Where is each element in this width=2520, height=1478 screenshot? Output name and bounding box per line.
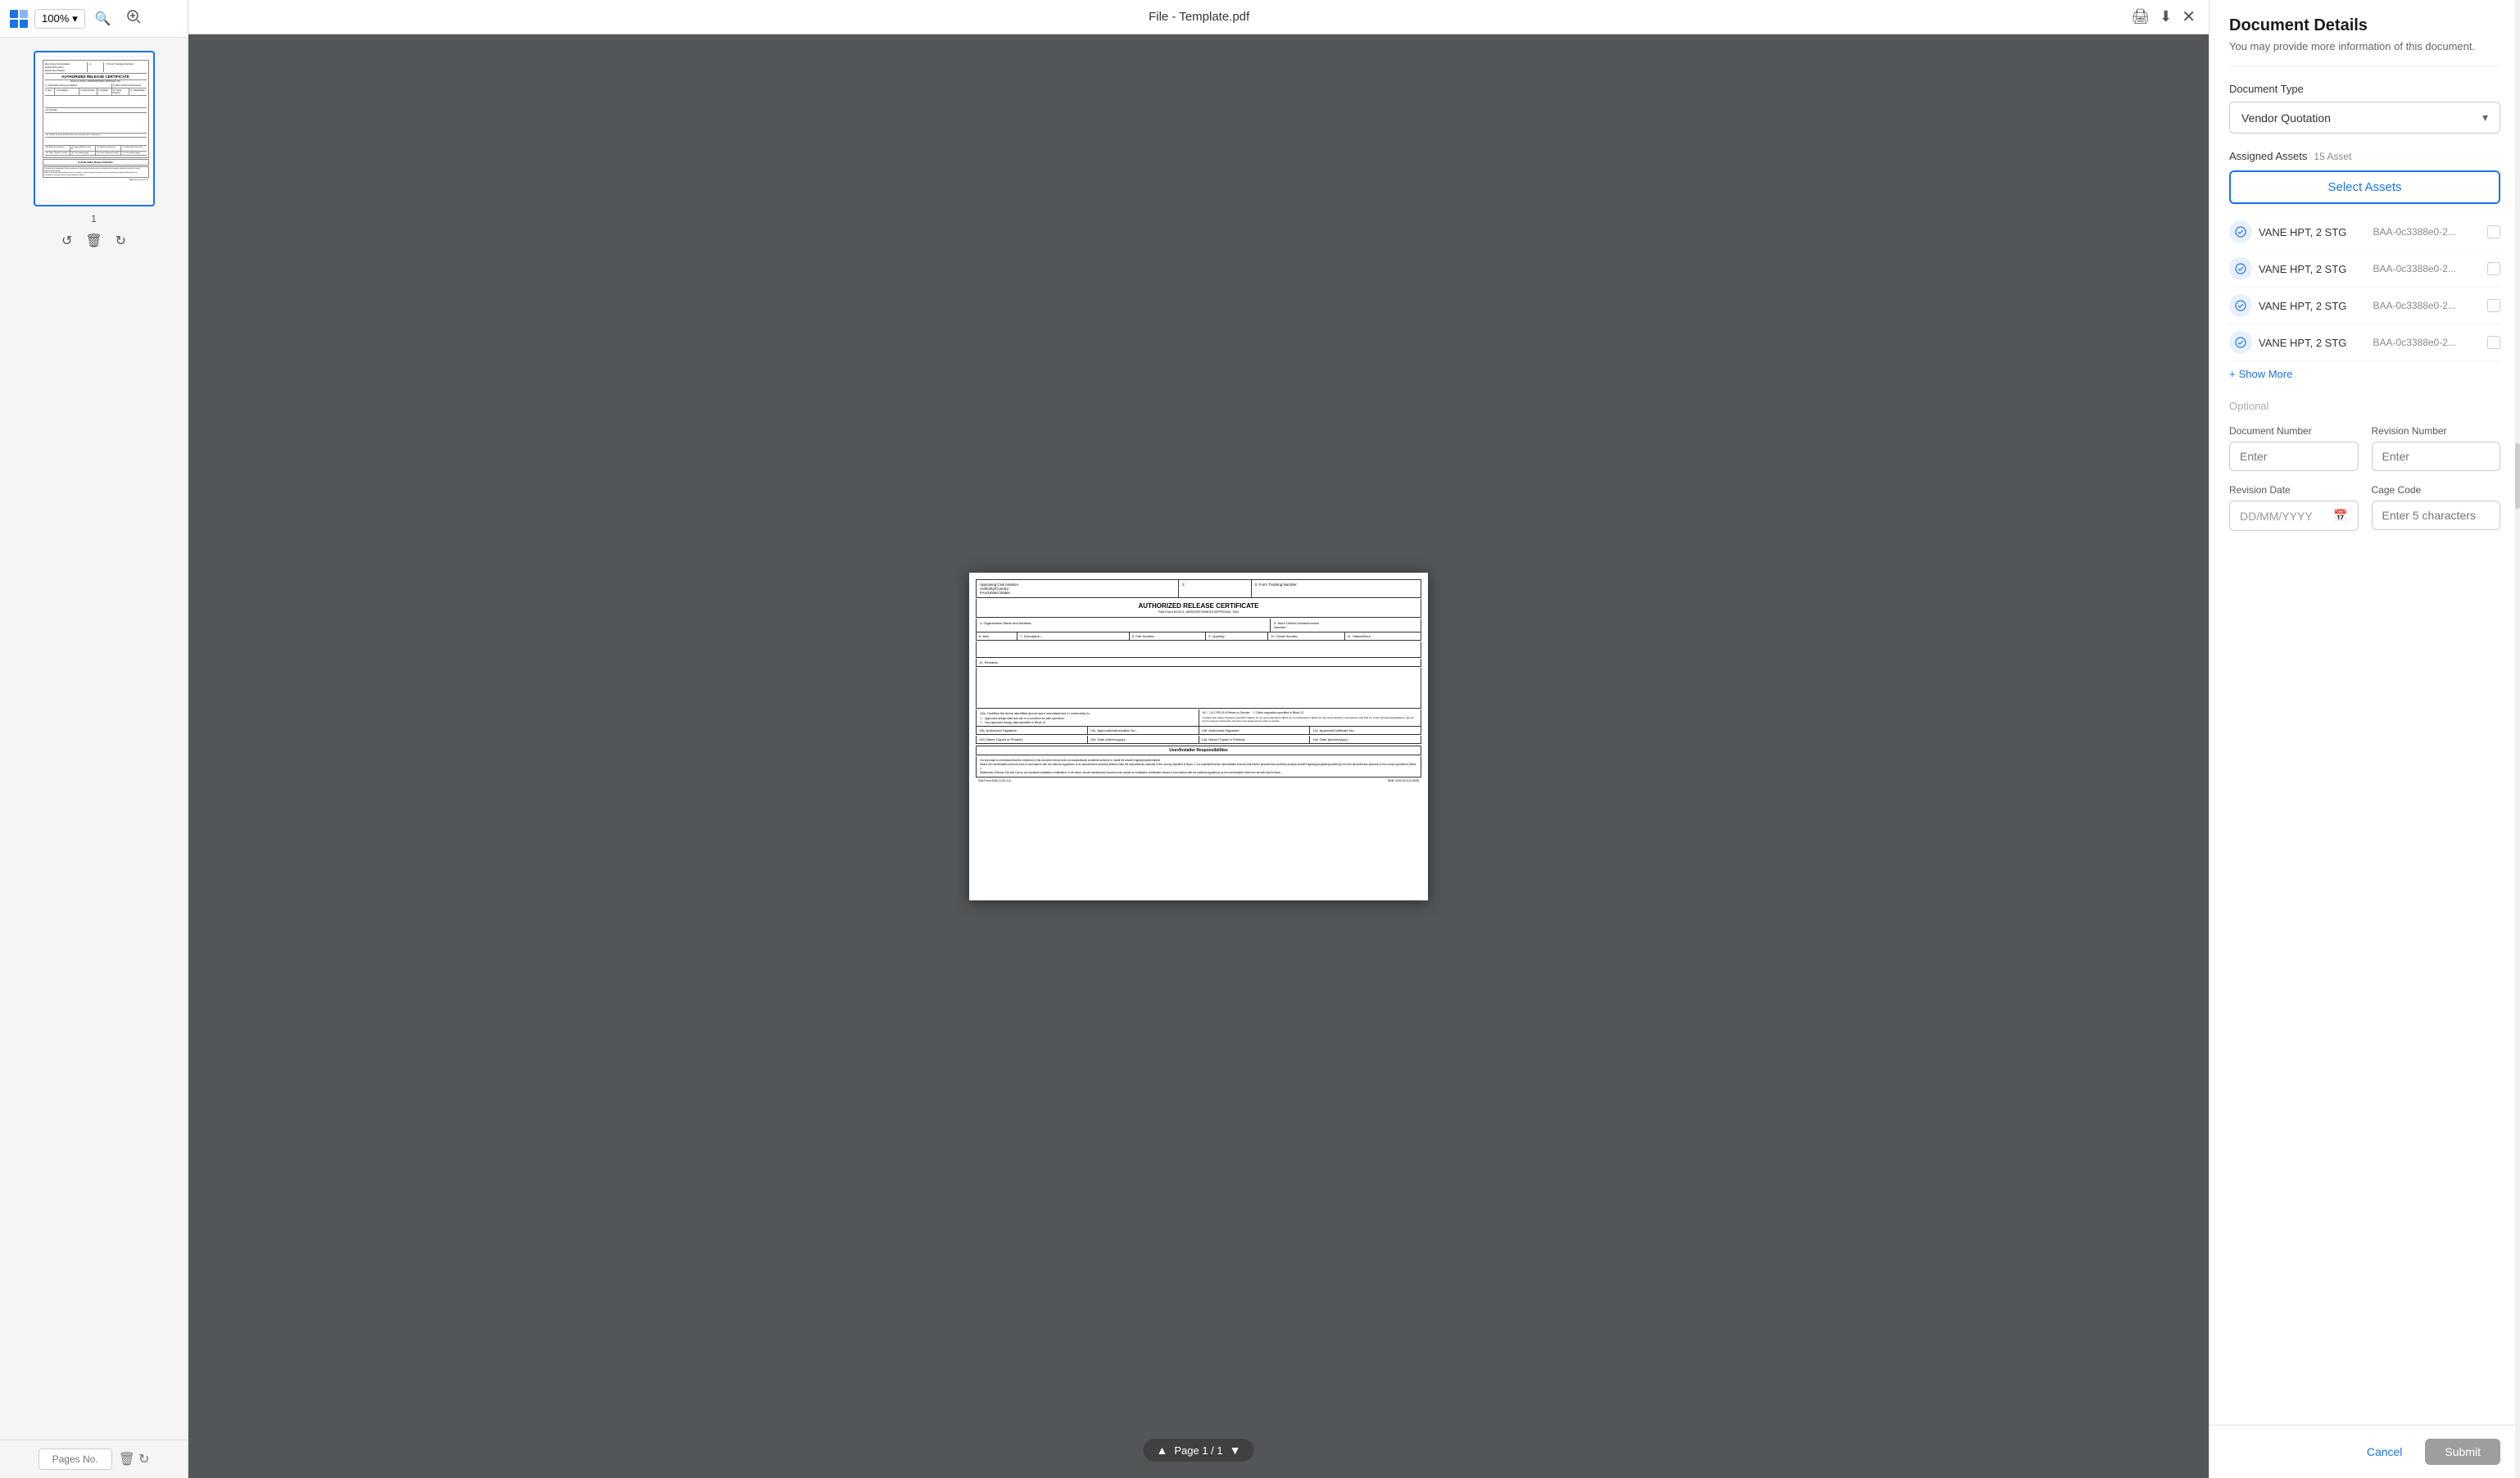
select-assets-button[interactable]: Select Assets <box>2229 170 2500 204</box>
download-button[interactable]: ⬇ <box>2160 8 2172 25</box>
asset-icon <box>2229 220 2252 243</box>
asset-item: VANE HPT, 2 STG BAA-0c3388e0-2... <box>2229 251 2500 288</box>
thumbnail-image: Approving Civil AviationAuthority/Countr… <box>39 56 153 202</box>
grid-icon <box>10 10 28 28</box>
rotate-right-button[interactable]: ↻ <box>116 233 126 249</box>
doc-type-label: Document Type <box>2229 83 2500 95</box>
submit-button[interactable]: Submit <box>2425 1439 2500 1465</box>
asset-icon <box>2229 294 2252 317</box>
cage-code-input[interactable] <box>2372 501 2501 530</box>
pdf-header-bar: File - Template.pdf 🖨 ⬇ ✕ <box>188 0 2209 34</box>
revision-date-placeholder: DD/MM/YYYY <box>2240 510 2313 523</box>
plus-icon: + <box>2229 368 2236 380</box>
prev-page-button[interactable]: ▲ <box>1157 1444 1168 1457</box>
panel-footer: Cancel Submit <box>2210 1425 2520 1478</box>
show-more-button[interactable]: + Show More <box>2229 361 2292 387</box>
zoom-in-button[interactable] <box>121 7 146 30</box>
cancel-label: Cancel <box>2367 1445 2403 1458</box>
panel-title: Document Details <box>2229 16 2500 35</box>
doc-type-dropdown[interactable]: Vendor Quotation ▾ <box>2229 102 2500 134</box>
doc-type-value: Vendor Quotation <box>2241 111 2331 125</box>
asset-checkbox[interactable] <box>2487 225 2500 238</box>
delete-button[interactable]: 🗑 <box>119 1449 135 1470</box>
scrollbar-track[interactable] <box>2515 0 2520 1478</box>
assets-count-badge: 15 Asset <box>2314 151 2351 162</box>
pdf-page: Approving Civil Aviation Authority/Count… <box>969 573 1428 900</box>
thumbnail-wrapper[interactable]: Approving Civil AviationAuthority/Countr… <box>34 51 155 206</box>
pdf-title: File - Template.pdf <box>1149 10 1249 24</box>
asset-checkbox[interactable] <box>2487 262 2500 275</box>
assigned-assets-label: Assigned Assets <box>2229 150 2307 162</box>
revision-number-input[interactable] <box>2372 442 2501 471</box>
page-number-label: 1 <box>91 213 97 224</box>
panel-subtitle: You may provide more information of this… <box>2229 40 2500 52</box>
chevron-down-icon: ▾ <box>2482 111 2488 125</box>
zoom-dropdown[interactable]: 100% ▾ <box>34 9 85 29</box>
doc-number-label: Document Number <box>2229 425 2359 437</box>
next-page-button[interactable]: ▼ <box>1230 1444 1241 1457</box>
zoom-in-icon <box>126 13 141 27</box>
close-button[interactable]: ✕ <box>2182 7 2196 27</box>
panel-body: Document Type Vendor Quotation ▾ Assigne… <box>2210 66 2520 1425</box>
pages-number-input[interactable] <box>39 1449 112 1470</box>
asset-item: VANE HPT, 2 STG BAA-0c3388e0-2... <box>2229 214 2500 251</box>
print-button[interactable]: 🖨 <box>2131 8 2150 25</box>
cage-code-label: Cage Code <box>2372 484 2501 496</box>
calendar-icon: 📅 <box>2333 509 2347 523</box>
page-nav-label: Page 1 / 1 <box>1174 1444 1222 1457</box>
zoom-out-button[interactable]: 🔍 <box>90 8 116 29</box>
page-navigation: ▲ Page 1 / 1 ▼ <box>1144 1439 1254 1462</box>
asset-item: VANE HPT, 2 STG BAA-0c3388e0-2... <box>2229 324 2500 361</box>
asset-name: VANE HPT, 2 STG <box>2259 263 2367 275</box>
asset-id: BAA-0c3388e0-2... <box>2373 263 2481 274</box>
scrollbar-thumb[interactable] <box>2515 443 2520 509</box>
dropdown-arrow-icon: ▾ <box>72 12 78 25</box>
revision-date-label: Revision Date <box>2229 484 2359 496</box>
asset-item: VANE HPT, 2 STG BAA-0c3388e0-2... <box>2229 288 2500 324</box>
optional-label: Optional <box>2229 400 2500 412</box>
asset-checkbox[interactable] <box>2487 299 2500 312</box>
asset-id: BAA-0c3388e0-2... <box>2373 226 2481 238</box>
panel-header: Document Details You may provide more in… <box>2210 0 2520 66</box>
show-more-label: Show More <box>2239 368 2293 380</box>
revision-number-label: Revision Number <box>2372 425 2501 437</box>
asset-name: VANE HPT, 2 STG <box>2259 226 2367 238</box>
asset-list: VANE HPT, 2 STG BAA-0c3388e0-2... VANE H… <box>2229 214 2500 361</box>
asset-icon <box>2229 331 2252 354</box>
doc-number-input[interactable] <box>2229 442 2359 471</box>
select-assets-label: Select Assets <box>2327 180 2401 194</box>
zoom-level: 100% <box>42 12 69 25</box>
rotate-left-button[interactable]: ↺ <box>61 233 72 249</box>
cancel-button[interactable]: Cancel <box>2354 1439 2416 1465</box>
assigned-assets-section: Assigned Assets 15 Asset Select Assets V… <box>2229 150 2500 387</box>
doc-type-section: Document Type Vendor Quotation ▾ <box>2229 83 2500 134</box>
revision-date-input[interactable]: DD/MM/YYYY 📅 <box>2229 501 2359 531</box>
pdf-viewer: File - Template.pdf 🖨 ⬇ ✕ Approving Civi… <box>188 0 2209 1478</box>
grid-view-button[interactable] <box>8 8 29 29</box>
asset-checkbox[interactable] <box>2487 336 2500 349</box>
asset-icon <box>2229 257 2252 280</box>
optional-section: Optional Document Number Revision Number… <box>2229 400 2500 531</box>
asset-name: VANE HPT, 2 STG <box>2259 300 2367 312</box>
refresh-button[interactable]: ↻ <box>138 1449 149 1470</box>
asset-id: BAA-0c3388e0-2... <box>2373 337 2481 348</box>
zoom-out-icon: 🔍 <box>95 12 111 26</box>
details-panel: Document Details You may provide more in… <box>2209 0 2520 1478</box>
submit-label: Submit <box>2445 1445 2481 1458</box>
delete-page-button[interactable]: 🗑 <box>85 233 102 249</box>
asset-name: VANE HPT, 2 STG <box>2259 337 2367 349</box>
asset-id: BAA-0c3388e0-2... <box>2373 300 2481 311</box>
